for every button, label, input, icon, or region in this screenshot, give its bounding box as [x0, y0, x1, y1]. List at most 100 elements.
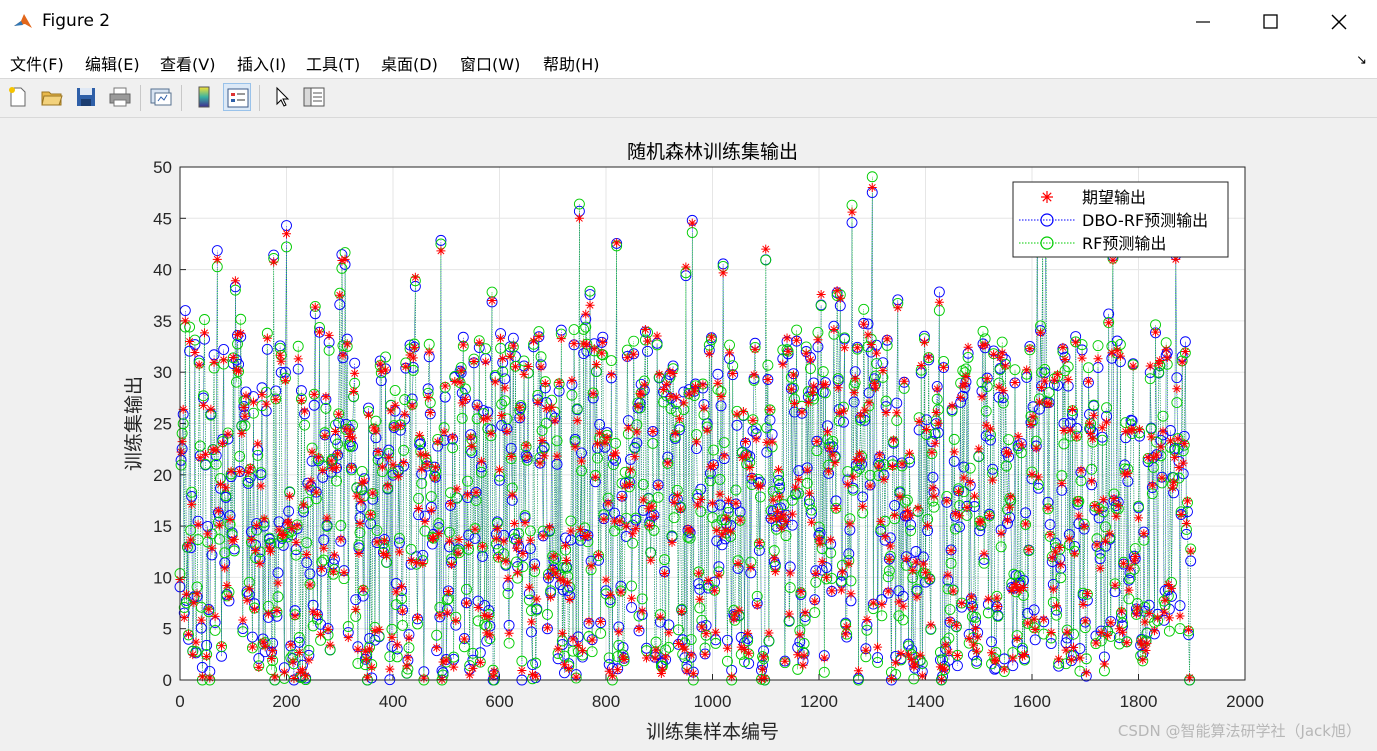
expected-point — [947, 401, 957, 411]
expected-point — [476, 456, 486, 466]
watermark: CSDN @智能算法研学社（Jack旭） — [1117, 722, 1361, 740]
expected-point — [893, 303, 903, 313]
expected-point — [390, 400, 400, 410]
expected-point — [550, 416, 560, 426]
expected-point — [787, 509, 797, 519]
expected-point — [446, 499, 456, 509]
print-icon[interactable] — [106, 83, 134, 111]
expected-point — [1178, 458, 1188, 468]
expected-point — [1169, 477, 1179, 487]
new-figure-icon[interactable] — [4, 83, 32, 111]
expected-point — [422, 460, 432, 470]
menu-bar: 文件(F) 编辑(E) 查看(V) 插入(I) 工具(T) 桌面(D) 窗口(W… — [0, 44, 1377, 79]
menu-view[interactable]: 查看(V) — [160, 51, 215, 75]
y-axis-label: 训练集输出 — [123, 376, 145, 471]
expected-point — [346, 462, 356, 472]
expected-point — [813, 335, 823, 345]
close-button[interactable] — [1306, 0, 1372, 44]
x-tick-label: 200 — [272, 692, 300, 711]
expected-point — [467, 441, 477, 451]
expected-point — [241, 391, 251, 401]
expected-point — [407, 401, 417, 411]
expected-point — [437, 674, 447, 684]
figure-canvas[interactable]: 0 200 400 600 800 1000 1200 1400 1600 1800 2000 0 5 1… — [0, 118, 1377, 751]
expected-point — [523, 362, 533, 372]
expected-point — [498, 354, 508, 364]
expected-point — [485, 630, 495, 640]
expected-point — [187, 499, 197, 509]
expected-point — [1043, 503, 1053, 513]
expected-point — [198, 400, 208, 410]
expected-point — [296, 396, 306, 406]
legend-label: RF预测输出 — [1082, 234, 1166, 253]
edit-plot-icon[interactable] — [268, 83, 296, 111]
expected-point — [463, 490, 473, 500]
expected-point — [1147, 480, 1157, 490]
expected-point — [838, 406, 848, 416]
menu-desktop[interactable]: 桌面(D) — [381, 51, 438, 75]
expected-point — [1058, 342, 1068, 352]
expected-point — [630, 452, 640, 462]
menu-window[interactable]: 窗口(W) — [460, 51, 520, 75]
plot-area[interactable]: 0 200 400 600 800 1000 1200 1400 1600 1800 2000 0 5 1… — [0, 118, 1377, 751]
dock-arrow-icon[interactable]: ↘ — [1356, 53, 1367, 68]
save-icon[interactable] — [72, 83, 100, 111]
x-tick-label: 1800 — [1120, 692, 1158, 711]
open-file-icon[interactable] — [38, 83, 66, 111]
expected-point — [922, 425, 932, 435]
link-plot-icon[interactable] — [147, 83, 175, 111]
expected-point — [345, 426, 355, 436]
menu-insert[interactable]: 插入(I) — [237, 51, 286, 75]
expected-point — [788, 370, 798, 380]
expected-point — [400, 409, 410, 419]
x-tick-label: 0 — [175, 692, 184, 711]
expected-point — [311, 487, 321, 497]
expected-point — [350, 368, 360, 378]
menu-file[interactable]: 文件(F) — [10, 51, 64, 75]
expected-point — [1072, 432, 1082, 442]
insert-colorbar-icon[interactable] — [190, 83, 218, 111]
expected-point — [652, 331, 662, 341]
expected-point — [1065, 425, 1075, 435]
expected-point — [625, 465, 635, 475]
maximize-button[interactable] — [1237, 0, 1303, 44]
expected-point — [356, 496, 366, 506]
expected-point — [1076, 465, 1086, 475]
expected-point — [490, 377, 500, 387]
expected-point — [475, 657, 485, 667]
expected-point — [1085, 418, 1095, 428]
expected-point — [342, 339, 352, 349]
insert-legend-icon[interactable] — [223, 83, 251, 111]
expected-point — [387, 632, 397, 642]
expected-point — [866, 340, 876, 349]
expected-point — [1156, 442, 1166, 452]
expected-point — [573, 640, 583, 650]
property-inspector-icon[interactable] — [300, 83, 328, 111]
expected-point — [257, 390, 267, 400]
menu-help[interactable]: 帮助(H) — [543, 51, 600, 75]
expected-point — [892, 408, 902, 418]
expected-point — [998, 386, 1008, 396]
y-tick-label: 30 — [153, 363, 172, 382]
expected-point — [235, 467, 245, 477]
expected-point — [199, 328, 209, 338]
minimize-button[interactable] — [1170, 0, 1236, 44]
expected-point — [895, 492, 905, 502]
expected-point — [211, 445, 221, 455]
expected-point — [226, 466, 236, 476]
toolbar-separator — [259, 85, 260, 111]
expected-point — [577, 456, 587, 466]
x-tick-label: 1200 — [800, 692, 838, 711]
expected-point — [1173, 434, 1183, 444]
expected-point — [602, 433, 612, 443]
menu-tools[interactable]: 工具(T) — [306, 51, 360, 75]
expected-point — [460, 394, 470, 404]
y-tick-label: 10 — [153, 568, 172, 587]
x-tick-label: 1000 — [694, 692, 732, 711]
expected-point — [431, 462, 441, 472]
expected-point — [230, 276, 240, 286]
expected-point — [1123, 468, 1133, 478]
expected-point — [316, 629, 326, 639]
x-tick-label: 2000 — [1226, 692, 1264, 711]
menu-edit[interactable]: 编辑(E) — [85, 51, 140, 75]
